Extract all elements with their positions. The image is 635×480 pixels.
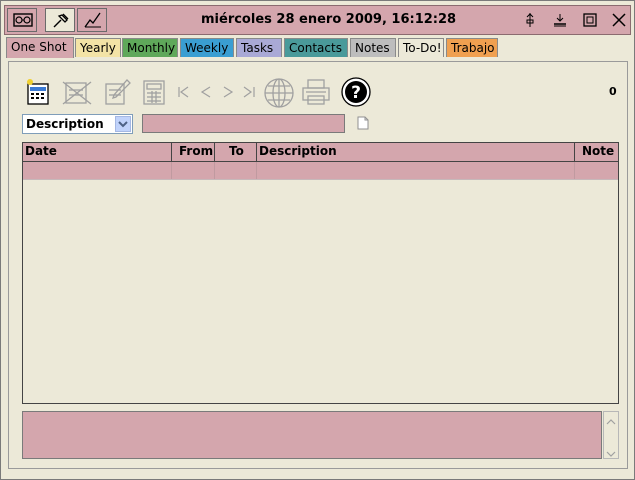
main-panel: ? 0 Description Date From To Description… — [8, 61, 628, 469]
cell-from — [172, 162, 215, 179]
search-field-select[interactable]: Description — [22, 114, 133, 134]
column-header-from[interactable]: From — [172, 143, 215, 161]
calculator-button[interactable] — [141, 78, 167, 109]
tab-one-shot[interactable]: One Shot — [6, 37, 74, 58]
tab-monthly[interactable]: Monthly — [122, 38, 178, 57]
search-input[interactable] — [142, 114, 345, 133]
tab-to-do[interactable]: To-Do! — [398, 38, 444, 57]
tab-label: Notes — [355, 41, 390, 55]
first-icon — [177, 86, 191, 101]
cell-to — [215, 162, 257, 179]
first-button[interactable] — [177, 86, 191, 101]
cell-description — [257, 162, 575, 179]
next-button[interactable] — [221, 86, 235, 101]
globe-icon — [263, 78, 295, 112]
tab-label: Weekly — [185, 41, 229, 55]
tab-tasks[interactable]: Tasks — [236, 38, 282, 57]
app-window: miércoles 28 enero 2009, 16:12:28 One Sh… — [0, 0, 635, 480]
chart-button[interactable] — [77, 8, 107, 32]
new-entry-icon — [25, 79, 51, 109]
next-icon — [221, 86, 235, 101]
previous-button[interactable] — [199, 86, 213, 101]
note-textarea[interactable] — [22, 411, 602, 459]
cell-note — [575, 162, 618, 179]
tab-yearly[interactable]: Yearly — [75, 38, 121, 57]
column-header-description[interactable]: Description — [257, 143, 575, 161]
table-row[interactable] — [23, 162, 618, 180]
tab-trabajo[interactable]: Trabajo — [446, 38, 498, 57]
tab-contacts[interactable]: Contacts — [284, 38, 348, 57]
last-icon — [242, 86, 256, 101]
table-header: Date From To Description Note — [23, 143, 618, 162]
delete-icon — [61, 81, 93, 109]
tab-label: Yearly — [80, 41, 116, 55]
cell-date — [23, 162, 172, 179]
window-title: miércoles 28 enero 2009, 16:12:28 — [201, 12, 457, 27]
calculator-icon — [141, 80, 167, 109]
minimize-button[interactable] — [550, 10, 570, 30]
maximize-button[interactable] — [580, 10, 600, 30]
tab-label: One Shot — [11, 40, 67, 54]
document-icon — [357, 116, 369, 133]
tab-label: To-Do! — [403, 41, 442, 55]
search-field-value: Description — [26, 117, 104, 131]
note-scrollbar[interactable] — [603, 411, 619, 459]
globe-button[interactable] — [263, 77, 295, 112]
tab-label: Contacts — [289, 41, 342, 55]
scroll-down-icon[interactable] — [606, 447, 616, 457]
column-header-to[interactable]: To — [215, 143, 257, 161]
delete-button[interactable] — [61, 78, 93, 109]
chevron-down-icon[interactable] — [115, 116, 131, 132]
previous-icon — [199, 86, 213, 101]
help-icon: ? — [341, 77, 371, 110]
pin-down-button[interactable] — [520, 10, 540, 30]
new-entry-button[interactable] — [25, 78, 51, 109]
tab-label: Trabajo — [451, 41, 495, 55]
scroll-up-icon[interactable] — [606, 415, 616, 425]
tab-label: Monthly — [127, 41, 176, 55]
title-bar: miércoles 28 enero 2009, 16:12:28 — [4, 5, 631, 35]
column-header-date[interactable]: Date — [23, 143, 172, 161]
edit-icon — [103, 79, 131, 109]
pin-button[interactable] — [45, 8, 75, 32]
glasses-button[interactable] — [7, 8, 37, 32]
tab-notes[interactable]: Notes — [350, 38, 396, 57]
tab-weekly[interactable]: Weekly — [180, 38, 234, 57]
tab-label: Tasks — [241, 41, 274, 55]
close-button[interactable] — [609, 10, 629, 30]
column-header-note[interactable]: Note — [575, 143, 618, 161]
svg-text:?: ? — [351, 83, 361, 103]
print-button[interactable] — [301, 78, 331, 109]
edit-button[interactable] — [103, 78, 131, 109]
help-button[interactable]: ? — [341, 77, 371, 110]
record-count: 0 — [609, 85, 617, 98]
print-icon — [301, 79, 331, 109]
last-button[interactable] — [242, 86, 256, 101]
document-button[interactable] — [357, 116, 369, 133]
entries-table: Date From To Description Note — [22, 142, 619, 404]
